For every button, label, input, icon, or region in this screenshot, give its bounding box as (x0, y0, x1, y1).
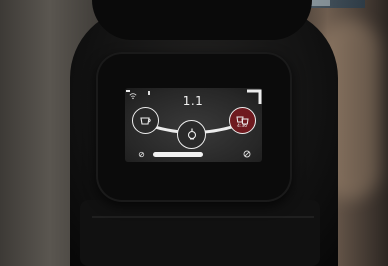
wifi-icon (129, 93, 137, 100)
dose-time: 4:36 (236, 124, 248, 129)
tools-icon[interactable] (243, 150, 251, 158)
single-cup-button[interactable] (132, 107, 159, 134)
double-cup-button[interactable] (229, 107, 256, 134)
settings-icon[interactable] (138, 151, 145, 158)
portafilter-button[interactable] (177, 120, 206, 149)
cup-icon (140, 117, 151, 125)
housing-seam (92, 216, 314, 218)
grind-value: 1.1 (182, 94, 204, 108)
display-screen: 1.1 4:36 (125, 88, 262, 162)
portafilter-icon (187, 128, 196, 139)
hopper-base (92, 0, 312, 40)
grind-slider[interactable] (153, 152, 203, 157)
status-dot (148, 91, 150, 95)
lower-housing (80, 200, 320, 266)
